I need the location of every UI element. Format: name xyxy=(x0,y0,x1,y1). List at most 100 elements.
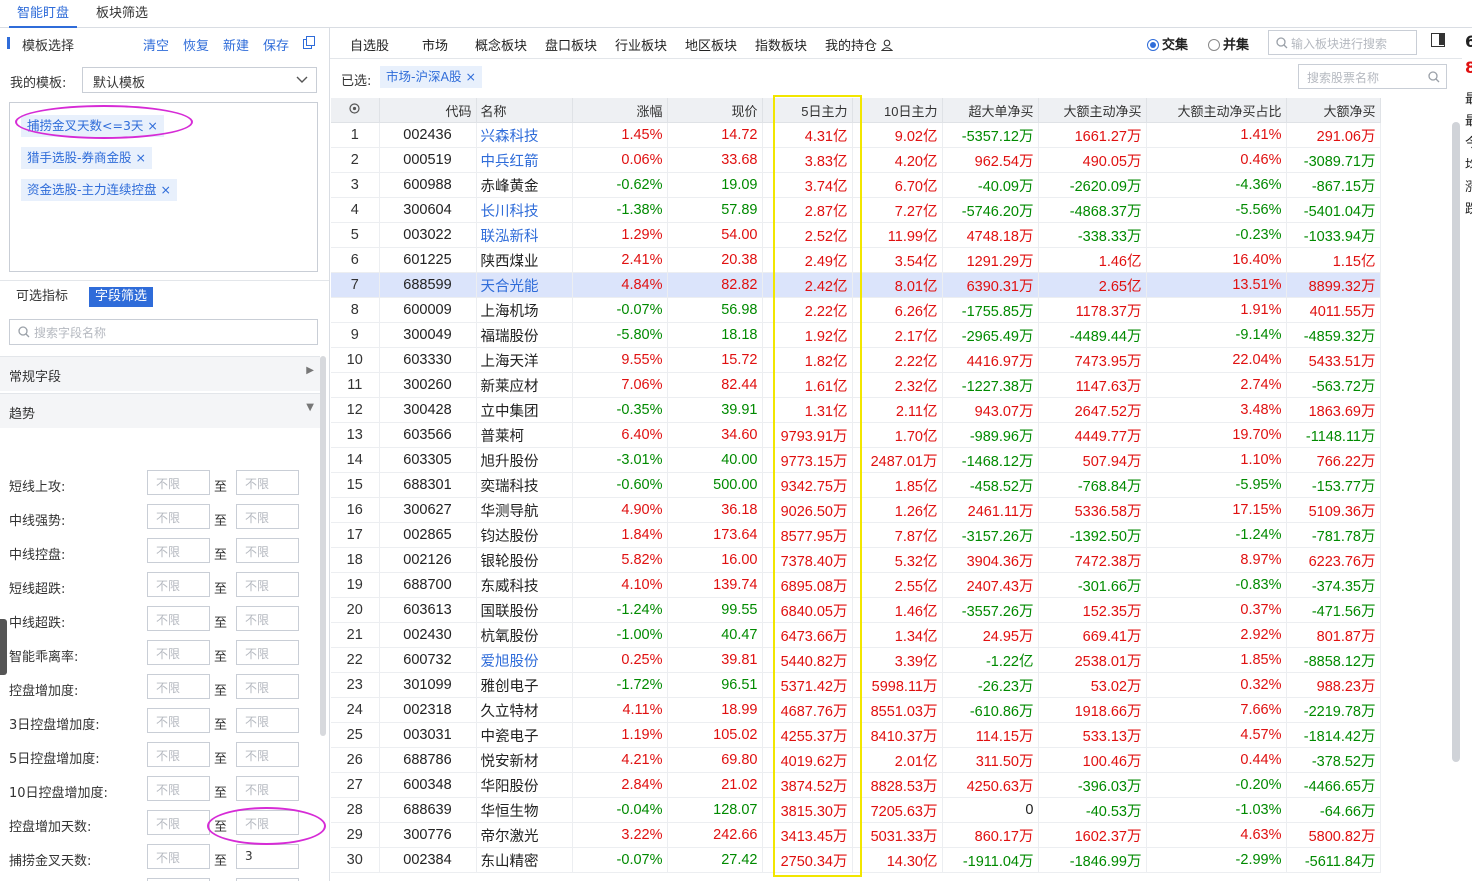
column-header[interactable]: 现价 xyxy=(667,98,763,123)
table-row[interactable]: 17 002865 钧达股份 1.84% 173.64 8577.95万 7.87亿 -315… xyxy=(331,522,1381,548)
stock-name[interactable]: 杭氧股份 xyxy=(476,622,573,648)
tab-index[interactable]: 指数板块 xyxy=(755,35,807,54)
filter-min-input[interactable]: 不限 xyxy=(147,606,210,631)
stock-name[interactable]: 中兵红箭 xyxy=(476,147,573,173)
stock-name[interactable]: 华恒生物 xyxy=(476,797,573,823)
table-row[interactable]: 27 600348 华阳股份 2.84% 21.02 3874.52万 8828.53万 42… xyxy=(331,772,1381,798)
filter-min-input[interactable]: 不限 xyxy=(147,844,210,869)
condition-tag[interactable]: 资金选股-主力连续控盘 × xyxy=(21,179,177,201)
filter-max-input[interactable]: 3 xyxy=(236,844,299,869)
filter-max-input[interactable]: 不限 xyxy=(236,742,299,767)
stock-name[interactable]: 中瓷电子 xyxy=(476,722,573,748)
stock-name[interactable]: 国联股份 xyxy=(476,597,573,623)
filter-max-input[interactable]: 不限 xyxy=(236,708,299,733)
table-row[interactable]: 16 300627 华测导航 4.90% 36.18 9026.50万 1.26亿 2461.… xyxy=(331,497,1381,523)
filter-max-input[interactable]: 不限 xyxy=(236,674,299,699)
condition-tag[interactable]: 猎手选股-券商金股 × xyxy=(21,147,152,169)
tab-industry[interactable]: 行业板块 xyxy=(615,35,667,54)
copy-icon[interactable] xyxy=(303,36,316,49)
filter-max-input[interactable]: 不限 xyxy=(236,640,299,665)
table-row[interactable]: 8 600009 上海机场 -0.07% 56.98 2.22亿 6.26亿 -1755.85… xyxy=(331,297,1381,323)
stock-name[interactable]: 钧达股份 xyxy=(476,522,573,548)
table-row[interactable]: 9 300049 福瑞股份 -5.80% 18.18 1.92亿 2.17亿 -2965.49… xyxy=(331,322,1381,348)
filter-min-input[interactable]: 不限 xyxy=(147,572,210,597)
stock-name[interactable]: 上海机场 xyxy=(476,297,573,323)
table-row[interactable]: 22 600732 爱旭股份 0.25% 39.81 5440.82万 3.39亿 -1.22… xyxy=(331,647,1381,673)
filter-min-input[interactable]: 不限 xyxy=(147,742,210,767)
panel-toggle-icon[interactable] xyxy=(1431,33,1445,47)
stock-name[interactable]: 爱旭股份 xyxy=(476,647,573,673)
filter-min-input[interactable]: 不限 xyxy=(147,708,210,733)
table-row[interactable]: 1 002436 兴森科技 1.45% 14.72 4.31亿 9.02亿 -5357.12万… xyxy=(331,122,1381,148)
stock-name[interactable]: 悦安新材 xyxy=(476,747,573,773)
tab-optional-indicators[interactable]: 可选指标 xyxy=(10,287,74,307)
table-row[interactable]: 26 688786 悦安新材 4.21% 69.80 4019.62万 2.01亿 311.5… xyxy=(331,747,1381,773)
stock-name[interactable]: 陕西煤业 xyxy=(476,247,573,273)
stock-name[interactable]: 天合光能 xyxy=(476,272,573,298)
stock-name[interactable]: 兴森科技 xyxy=(476,122,573,148)
stock-name[interactable]: 华测导航 xyxy=(476,497,573,523)
tab-handicap[interactable]: 盘口板块 xyxy=(545,35,597,54)
stock-name[interactable]: 长川科技 xyxy=(476,197,573,223)
tab-holdings[interactable]: 我的持仓 xyxy=(825,35,894,54)
panel-collapse-handle[interactable] xyxy=(0,619,7,675)
table-row[interactable]: 13 603566 普莱柯 6.40% 34.60 9793.91万 1.70亿 -989.9… xyxy=(331,422,1381,448)
column-header[interactable]: 大额净买 xyxy=(1286,98,1381,123)
column-header[interactable]: 代码 xyxy=(379,98,477,123)
save-button[interactable]: 保存 xyxy=(263,35,289,54)
table-row[interactable]: 29 300776 帝尔激光 3.22% 242.66 3413.45万 5031.33万 8… xyxy=(331,822,1381,848)
filter-max-input[interactable]: 不限 xyxy=(236,776,299,801)
selected-tag[interactable]: 市场-沪深A股 × xyxy=(380,66,483,88)
filter-max-input[interactable]: 不限 xyxy=(236,470,299,495)
condition-tag[interactable]: 捕捞金叉天数<=3天 × xyxy=(21,115,164,137)
filter-min-input[interactable]: 不限 xyxy=(147,470,210,495)
section-general-fields[interactable]: 常规字段 ▶ xyxy=(0,356,320,391)
clear-button[interactable]: 清空 xyxy=(143,35,169,54)
column-header[interactable]: 大额主动净买 xyxy=(1038,98,1147,123)
filter-min-input[interactable]: 不限 xyxy=(147,538,210,563)
table-row[interactable]: 15 688301 奕瑞科技 -0.60% 500.00 9342.75万 1.85亿 -45… xyxy=(331,472,1381,498)
tab-board-filter[interactable]: 板块筛选 xyxy=(88,0,156,26)
filter-max-input[interactable]: 不限 xyxy=(236,572,299,597)
radio-union[interactable]: 并集 xyxy=(1208,34,1249,53)
table-row[interactable]: 25 003031 中瓷电子 1.19% 105.02 4255.37万 8410.37万 1… xyxy=(331,722,1381,748)
table-row[interactable]: 2 000519 中兵红箭 0.06% 33.68 3.83亿 4.20亿 962.54万 49… xyxy=(331,147,1381,173)
stock-name[interactable]: 东山精密 xyxy=(476,847,573,873)
table-scrollbar[interactable] xyxy=(1452,122,1460,762)
stock-name[interactable]: 立中集团 xyxy=(476,397,573,423)
field-search-input[interactable]: 搜索字段名称 xyxy=(9,319,318,345)
table-row[interactable]: 12 300428 立中集团 -0.35% 39.91 1.31亿 2.11亿 943.07万… xyxy=(331,397,1381,423)
table-row[interactable]: 7 688599 天合光能 4.84% 82.82 2.42亿 8.01亿 6390.31万 2… xyxy=(331,272,1381,298)
table-row[interactable]: 18 002126 银轮股份 5.82% 16.00 7378.40万 5.32亿 3904.… xyxy=(331,547,1381,573)
filter-min-input[interactable]: 不限 xyxy=(147,640,210,665)
section-trend[interactable]: 趋势 ▼ xyxy=(0,393,320,428)
table-row[interactable]: 4 300604 长川科技 -1.38% 57.89 2.87亿 7.27亿 -5746.20… xyxy=(331,197,1381,223)
stock-name[interactable]: 东威科技 xyxy=(476,572,573,598)
template-select[interactable]: 默认模板 xyxy=(82,67,317,93)
tab-field-filter[interactable]: 字段筛选 xyxy=(89,287,154,307)
filter-max-input[interactable]: 不限 xyxy=(236,606,299,631)
column-header[interactable]: 5日主力 xyxy=(762,98,853,123)
table-row[interactable]: 23 301099 雅创电子 -1.72% 96.51 5371.42万 5998.11万 -… xyxy=(331,672,1381,698)
tab-region[interactable]: 地区板块 xyxy=(685,35,737,54)
restore-button[interactable]: 恢复 xyxy=(183,35,209,54)
stock-name[interactable]: 帝尔激光 xyxy=(476,822,573,848)
column-header[interactable]: 超大单净买 xyxy=(942,98,1039,123)
filter-max-input[interactable]: 不限 xyxy=(236,504,299,529)
table-row[interactable]: 20 603613 国联股份 -1.24% 99.55 6840.05万 1.46亿 -355… xyxy=(331,597,1381,623)
table-row[interactable]: 6 601225 陕西煤业 2.41% 20.38 2.49亿 3.54亿 1291.29万 1… xyxy=(331,247,1381,273)
table-row[interactable]: 30 002384 东山精密 -0.07% 27.42 2750.34万 14.30亿 -19… xyxy=(331,847,1381,873)
table-row[interactable]: 21 002430 杭氧股份 -1.00% 40.47 6473.66万 1.34亿 24.9… xyxy=(331,622,1381,648)
stock-name[interactable]: 雅创电子 xyxy=(476,672,573,698)
board-search-input[interactable]: 输入板块进行搜索 xyxy=(1268,30,1417,55)
filter-max-input[interactable]: 不限 xyxy=(236,810,299,835)
table-row[interactable]: 14 603305 旭升股份 -3.01% 40.00 9773.15万 2487.01万 -… xyxy=(331,447,1381,473)
filter-min-input[interactable]: 不限 xyxy=(147,674,210,699)
table-row[interactable]: 24 002318 久立特材 4.11% 18.99 4687.76万 8551.03万 -6… xyxy=(331,697,1381,723)
new-button[interactable]: 新建 xyxy=(223,35,249,54)
column-header[interactable]: 名称 xyxy=(476,98,573,123)
stock-name[interactable]: 华阳股份 xyxy=(476,772,573,798)
stock-name[interactable]: 上海天洋 xyxy=(476,347,573,373)
tab-watchlist[interactable]: 自选股 xyxy=(350,35,389,54)
stock-name[interactable]: 新莱应材 xyxy=(476,372,573,398)
